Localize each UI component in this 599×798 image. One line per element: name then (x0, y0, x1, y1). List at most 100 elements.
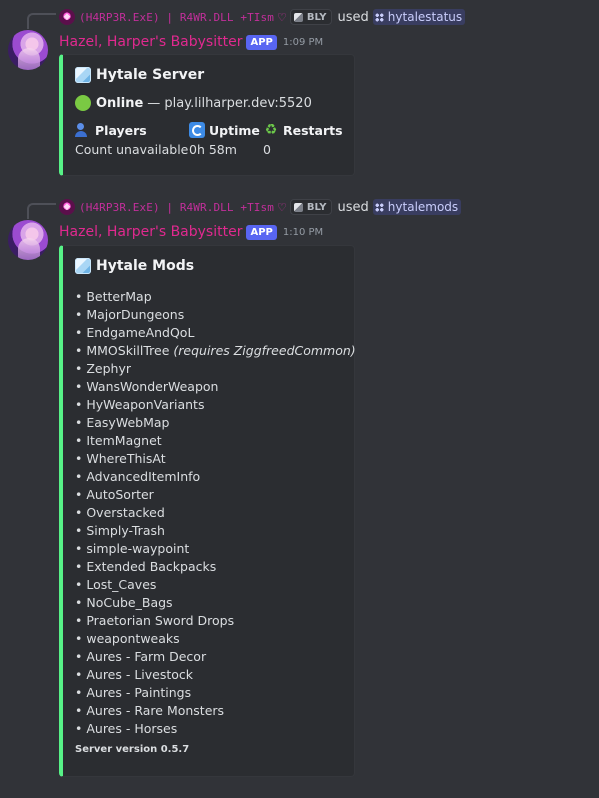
mod-name: • ItemMagnet (75, 433, 162, 448)
field-restarts-label: Restarts (283, 122, 343, 138)
mod-list-item: • Overstacked (75, 504, 356, 522)
reply-username[interactable]: (H4RP3R.ExE) | R4WR.DLL +TIsm (79, 11, 274, 24)
slash-command-icon (374, 12, 384, 22)
mod-name: • Zephyr (75, 361, 131, 376)
busts-icon (75, 122, 91, 138)
server-address: — play.lilharper.dev:5520 (147, 95, 312, 111)
mod-name: • EasyWebMap (75, 415, 170, 430)
pink-avatar-icon[interactable]: ◆ (59, 9, 75, 25)
mod-name: • AdvancedItemInfo (75, 469, 201, 484)
ice-block-icon (75, 258, 91, 274)
badge-label: BLY (306, 11, 327, 23)
command-name: hytalestatus (387, 10, 463, 24)
bly-badge-icon (293, 202, 303, 212)
mod-list-item: • Simply-Trash (75, 522, 356, 540)
slash-command-icon (374, 202, 384, 212)
reply-context[interactable]: ◆ (H4RP3R.ExE) | R4WR.DLL +TIsm ♡ BLY us… (59, 198, 462, 216)
mod-name: • Aures - Livestock (75, 667, 194, 682)
mod-name: • Aures - Horses (75, 721, 178, 736)
field-restarts: ♻ Restarts 0 (263, 121, 343, 157)
mod-name: • MMOSkillTree (75, 343, 170, 358)
reply-spine (27, 13, 56, 29)
refresh-icon (189, 122, 205, 138)
reply-used-text: used (337, 199, 369, 215)
mod-list-item: • WansWonderWeapon (75, 378, 356, 396)
mod-list-item: • weapontweaks (75, 630, 356, 648)
reply-used-text: used (337, 9, 369, 25)
field-uptime-value: 0h 58m (189, 142, 237, 157)
mod-list-item: • Aures - Horses (75, 720, 356, 738)
embed-title-text: Hytale Mods (96, 258, 195, 274)
field-uptime: Uptime 0h 58m (189, 121, 260, 157)
mod-list-item: • Praetorian Sword Drops (75, 612, 356, 630)
server-status-line: Online — play.lilharper.dev:5520 (75, 95, 312, 111)
embed-title: Hytale Mods (75, 258, 194, 274)
author-name[interactable]: Hazel, Harper's Babysitter (59, 34, 242, 50)
field-uptime-name: Uptime (189, 121, 260, 139)
mod-name: • WhereThisAt (75, 451, 166, 466)
mod-name: • simple-waypoint (75, 541, 190, 556)
mod-list-item: • WhereThisAt (75, 450, 356, 468)
mod-list-item: • BetterMap (75, 288, 356, 306)
mod-name: • Aures - Farm Decor (75, 649, 207, 664)
command-mention-hytalemods[interactable]: hytalemods (372, 199, 462, 215)
reply-context[interactable]: ◆ (H4RP3R.ExE) | R4WR.DLL +TIsm ♡ BLY us… (59, 8, 466, 26)
command-mention-hytalestatus[interactable]: hytalestatus (372, 9, 466, 25)
mod-name: • BetterMap (75, 289, 152, 304)
heart-icon: ♡ (276, 10, 287, 24)
embed-title-text: Hytale Server (96, 67, 205, 83)
mod-list-item: • NoCube_Bags (75, 594, 356, 612)
message-header: Hazel, Harper's Babysitter APP 1:09 PM (59, 32, 323, 52)
mod-list-item: • MMOSkillTree (requires ZiggfreedCommon… (75, 342, 356, 360)
mod-list-item: • simple-waypoint (75, 540, 356, 558)
mod-list-item: • MajorDungeons (75, 306, 356, 324)
author-name[interactable]: Hazel, Harper's Babysitter (59, 224, 242, 240)
mod-name: • weapontweaks (75, 631, 180, 646)
embed-footer: Server version 0.5.7 (75, 744, 190, 755)
mod-list-item: • Lost_Caves (75, 576, 356, 594)
mod-name: • Extended Backpacks (75, 559, 217, 574)
bly-badge[interactable]: BLY (289, 9, 332, 25)
avatar[interactable] (8, 30, 48, 70)
recycle-icon: ♻ (264, 122, 278, 138)
message-header: Hazel, Harper's Babysitter APP 1:10 PM (59, 222, 323, 242)
mod-name: • Praetorian Sword Drops (75, 613, 235, 628)
reply-spine (27, 203, 56, 219)
mod-list-item: • Zephyr (75, 360, 356, 378)
avatar[interactable] (8, 220, 48, 260)
mod-list-item: • AdvancedItemInfo (75, 468, 356, 486)
field-restarts-value: 0 (263, 142, 271, 157)
field-players-value: Count unavailable (75, 142, 189, 157)
field-players-label: Players (95, 122, 147, 138)
mod-name: • AutoSorter (75, 487, 154, 502)
chat-log: ◆ (H4RP3R.ExE) | R4WR.DLL +TIsm ♡ BLY us… (0, 0, 599, 798)
bly-badge[interactable]: BLY (289, 199, 332, 215)
mod-list-item: • EasyWebMap (75, 414, 356, 432)
mod-name: • MajorDungeons (75, 307, 185, 322)
mod-list-item: • Aures - Farm Decor (75, 648, 356, 666)
pink-avatar-icon[interactable]: ◆ (59, 199, 75, 215)
timestamp[interactable]: 1:10 PM (283, 227, 323, 238)
badge-label: BLY (306, 201, 327, 213)
mod-list-item: • Aures - Rare Monsters (75, 702, 356, 720)
mod-list-item: • Extended Backpacks (75, 558, 356, 576)
field-restarts-name: ♻ Restarts (263, 121, 343, 139)
mod-name: • WansWonderWeapon (75, 379, 219, 394)
mod-list-item: • Aures - Paintings (75, 684, 356, 702)
command-name: hytalemods (387, 200, 459, 214)
mod-name: • EndgameAndQoL (75, 325, 195, 340)
mod-list-item: • ItemMagnet (75, 432, 356, 450)
mod-name: • NoCube_Bags (75, 595, 173, 610)
status-label: Online (96, 95, 144, 111)
mod-name: • Simply-Trash (75, 523, 165, 538)
mod-list-item: • HyWeaponVariants (75, 396, 356, 414)
reply-username[interactable]: (H4RP3R.ExE) | R4WR.DLL +TIsm (79, 201, 274, 214)
ice-block-icon (75, 67, 91, 83)
mod-list-item: • AutoSorter (75, 486, 356, 504)
server-status-embed: Hytale Server Online — play.lilharper.de… (59, 54, 355, 176)
field-uptime-label: Uptime (209, 122, 260, 138)
mod-name: • Overstacked (75, 505, 165, 520)
mod-list: • BetterMap • MajorDungeons • EndgameAndQo… (75, 288, 356, 738)
timestamp[interactable]: 1:09 PM (283, 37, 323, 48)
mod-name: • HyWeaponVariants (75, 397, 205, 412)
